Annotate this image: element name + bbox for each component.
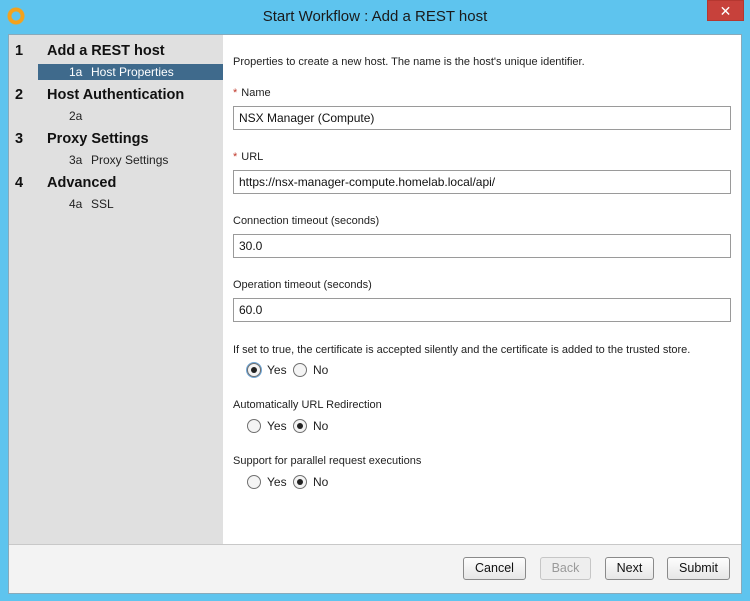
operation-timeout-label: Operation timeout (seconds): [233, 279, 372, 291]
radio-label: Yes: [267, 363, 287, 377]
required-marker: *: [233, 151, 238, 163]
substep-id: 2a: [69, 109, 83, 123]
step-label: Host Authentication: [47, 87, 185, 103]
form-intro: Properties to create a new host. The nam…: [233, 56, 585, 68]
radio-label: Yes: [267, 419, 287, 433]
next-button[interactable]: Next: [605, 557, 654, 580]
substep-2a[interactable]: 2a: [38, 108, 223, 124]
url-redirection-yes-radio[interactable]: [247, 419, 261, 433]
name-input[interactable]: [233, 106, 731, 130]
accept-certificate-label: If set to true, the certificate is accep…: [233, 344, 691, 356]
radio-label: No: [313, 475, 329, 489]
substep-label: SSL: [91, 197, 114, 211]
url-label: * URL: [233, 151, 264, 163]
connection-timeout-label: Connection timeout (seconds): [233, 215, 380, 227]
step-number: 2: [15, 87, 24, 103]
radio-label: No: [313, 363, 329, 377]
window-title: Start Workflow : Add a REST host: [262, 8, 488, 25]
required-marker: *: [233, 87, 238, 99]
submit-button[interactable]: Submit: [667, 557, 730, 580]
substep-ssl[interactable]: 4a SSL: [38, 196, 223, 212]
url-redirection-label: Automatically URL Redirection: [233, 399, 382, 411]
name-label: * Name: [233, 87, 271, 99]
operation-timeout-input[interactable]: [233, 298, 731, 322]
dialog-footer: Cancel Back Next Submit: [9, 545, 741, 593]
substep-host-properties[interactable]: 1a Host Properties: [38, 64, 223, 80]
step-number: 1: [15, 43, 24, 59]
substep-label: Proxy Settings: [91, 153, 169, 167]
step-label: Proxy Settings: [47, 131, 149, 147]
dialog-body: 1 Add a REST host 1a Host Properties 2 Host…: [8, 34, 742, 594]
radio-label: Yes: [267, 475, 287, 489]
url-redirection-no-radio[interactable]: [293, 419, 307, 433]
step-number: 3: [15, 131, 24, 147]
step-number: 4: [15, 175, 24, 191]
host-properties-form: Properties to create a new host. The nam…: [223, 35, 741, 544]
parallel-requests-yes-radio[interactable]: [247, 475, 261, 489]
url-input[interactable]: [233, 170, 731, 194]
cancel-button[interactable]: Cancel: [463, 557, 526, 580]
step-label: Add a REST host: [47, 43, 165, 59]
parallel-requests-no-radio[interactable]: [293, 475, 307, 489]
wizard-steps-sidebar: 1 Add a REST host 1a Host Properties 2 Host…: [9, 35, 223, 544]
title-bar[interactable]: Start Workflow : Add a REST host ✕: [0, 0, 750, 34]
accept-certificate-no-radio[interactable]: [293, 363, 307, 377]
connection-timeout-input[interactable]: [233, 234, 731, 258]
step-label: Advanced: [47, 175, 117, 191]
parallel-requests-label: Support for parallel request executions: [233, 455, 422, 467]
substep-id: 4a: [69, 197, 83, 211]
radio-label: No: [313, 419, 329, 433]
back-button[interactable]: Back: [540, 557, 591, 580]
substep-id: 1a: [69, 65, 83, 79]
close-button[interactable]: ✕: [707, 0, 744, 21]
substep-proxy-settings[interactable]: 3a Proxy Settings: [38, 152, 223, 168]
accept-certificate-yes-radio[interactable]: [247, 363, 261, 377]
substep-label: Host Properties: [91, 65, 174, 79]
substep-id: 3a: [69, 153, 83, 167]
